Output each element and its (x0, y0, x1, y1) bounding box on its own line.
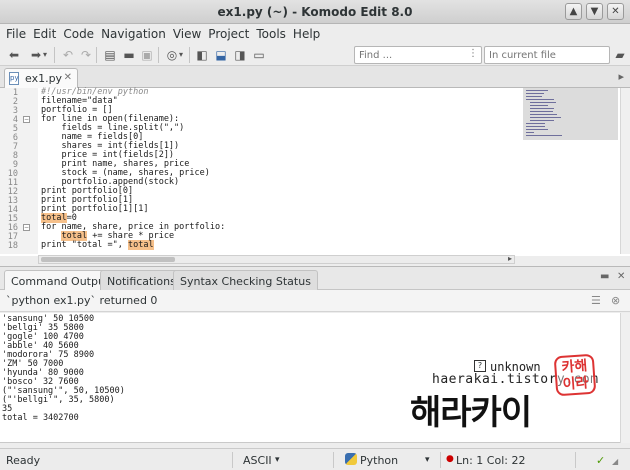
output-line: ("'bellgi'", 35, 5800) (2, 395, 115, 405)
code-editor[interactable]: 1 2 3 4 5 6 7 8 9 10 11 12 13 14 15 16 1… (0, 88, 630, 264)
output-close-icon[interactable]: ⊗ (611, 294, 620, 307)
error-indicator-icon[interactable]: ● (446, 454, 454, 464)
status-state: Ready (6, 454, 41, 467)
line-number-gutter: 1 2 3 4 5 6 7 8 9 10 11 12 13 14 15 16 1… (0, 88, 38, 254)
close-tab-icon[interactable]: ✕ (64, 72, 72, 83)
status-bar: Ready ASCII ▾ Python ▾ ● Ln: 1 Col: 22 ✓… (0, 448, 630, 470)
lint-status-icon[interactable]: ✓ (596, 454, 605, 467)
close-window-button[interactable]: ✕ (607, 3, 624, 20)
tab-ex1-py[interactable]: py ex1.py ✕ (4, 68, 78, 88)
watermark-stamp: 카해이라 (553, 353, 597, 397)
toolbox-icon[interactable]: ▭ (251, 47, 267, 63)
new-file-icon[interactable]: ▤ (102, 47, 118, 63)
bottom-pane-tabs: Command Output Notifications Syntax Chec… (0, 266, 630, 291)
editor-tab-strip: py ex1.py ✕ ▸ (0, 66, 630, 88)
output-list-icon[interactable]: ☰ (591, 294, 601, 307)
watermark-name: 해라카이 (410, 393, 532, 433)
folder-icon[interactable]: ▰ (612, 47, 628, 63)
python-file-icon: py (9, 72, 19, 85)
encoding-selector[interactable]: ASCII (243, 454, 272, 467)
menu-view[interactable]: View (171, 24, 206, 44)
watermark-box-icon: ? (474, 360, 486, 372)
redo-icon[interactable]: ↷ (78, 47, 94, 63)
highlight-word: total (128, 240, 154, 250)
left-pane-icon[interactable]: ◧ (194, 47, 210, 63)
history-dropdown-icon[interactable]: ▾ (41, 47, 49, 63)
tab-syntax-checking-status[interactable]: Syntax Checking Status (173, 270, 318, 291)
find-input[interactable] (355, 47, 455, 63)
menu-file[interactable]: File (4, 24, 31, 44)
command-result-text: `python ex1.py` returned 0 (6, 294, 158, 307)
menu-project[interactable]: Project (206, 24, 254, 44)
tab-scroll-right-icon[interactable]: ▸ (618, 70, 624, 83)
editor-vertical-scrollbar[interactable] (620, 88, 630, 254)
output-vertical-scrollbar[interactable] (620, 313, 630, 443)
menu-edit[interactable]: Edit (31, 24, 61, 44)
save-file-icon[interactable]: ▣ (139, 47, 155, 63)
scroll-thumb[interactable] (41, 257, 175, 262)
right-pane-icon[interactable]: ◨ (232, 47, 248, 63)
toolbar: ⬅ ➡ ▾ ↶ ↷ ▤ ▬ ▣ ◎ ▾ ◧ ⬓ ◨ ▭ ⋮ ▰ (0, 44, 630, 66)
open-file-icon[interactable]: ▬ (121, 47, 137, 63)
globe-dropdown-icon[interactable]: ▾ (177, 47, 185, 63)
language-dropdown-icon[interactable]: ▾ (425, 455, 430, 465)
bottom-pane-icon[interactable]: ⬓ (213, 47, 229, 63)
menu-tools[interactable]: Tools (254, 24, 291, 44)
scope-field[interactable] (484, 46, 610, 64)
code-minimap[interactable] (523, 88, 618, 140)
menu-bar: File Edit Code Navigation View Project T… (0, 24, 630, 44)
cursor-position: Ln: 1 Col: 22 (456, 454, 526, 467)
find-options-icon[interactable]: ⋮ (468, 48, 478, 59)
output-line: total = 3402700 (2, 413, 79, 423)
line-number: 18 (7, 241, 18, 251)
find-field[interactable]: ⋮ (354, 46, 482, 64)
scope-input[interactable] (485, 47, 585, 63)
editor-horizontal-scrollbar[interactable]: ▸ (38, 254, 515, 264)
maximize-button[interactable]: ▼ (586, 3, 603, 20)
fold-toggle-icon[interactable]: − (23, 116, 30, 123)
pane-menu-icon[interactable]: ▬ (600, 271, 609, 282)
command-output-header: `python ex1.py` returned 0 ☰ ⊗ (0, 290, 630, 312)
window-title: ex1.py (~) - Komodo Edit 8.0 (217, 5, 413, 19)
language-selector[interactable]: Python (360, 454, 398, 467)
minimize-button[interactable]: ▲ (565, 3, 582, 20)
close-pane-icon[interactable]: ✕ (617, 271, 625, 282)
menu-help[interactable]: Help (291, 24, 325, 44)
scroll-right-icon[interactable]: ▸ (508, 254, 512, 263)
python-language-icon (345, 453, 357, 465)
menu-navigation[interactable]: Navigation (99, 24, 171, 44)
back-arrow-icon[interactable]: ⬅ (6, 47, 22, 63)
title-bar: ex1.py (~) - Komodo Edit 8.0 ▲ ▼ ✕ (0, 0, 630, 24)
fold-toggle-icon[interactable]: − (23, 224, 30, 231)
tab-label: ex1.py (25, 72, 63, 85)
resize-grip-icon[interactable]: ◢ (612, 457, 618, 466)
tab-notifications[interactable]: Notifications (100, 270, 183, 291)
code-line-highlighted: print "total =", total (41, 240, 154, 250)
undo-icon[interactable]: ↶ (60, 47, 76, 63)
encoding-dropdown-icon[interactable]: ▾ (275, 455, 280, 465)
menu-code[interactable]: Code (61, 24, 99, 44)
